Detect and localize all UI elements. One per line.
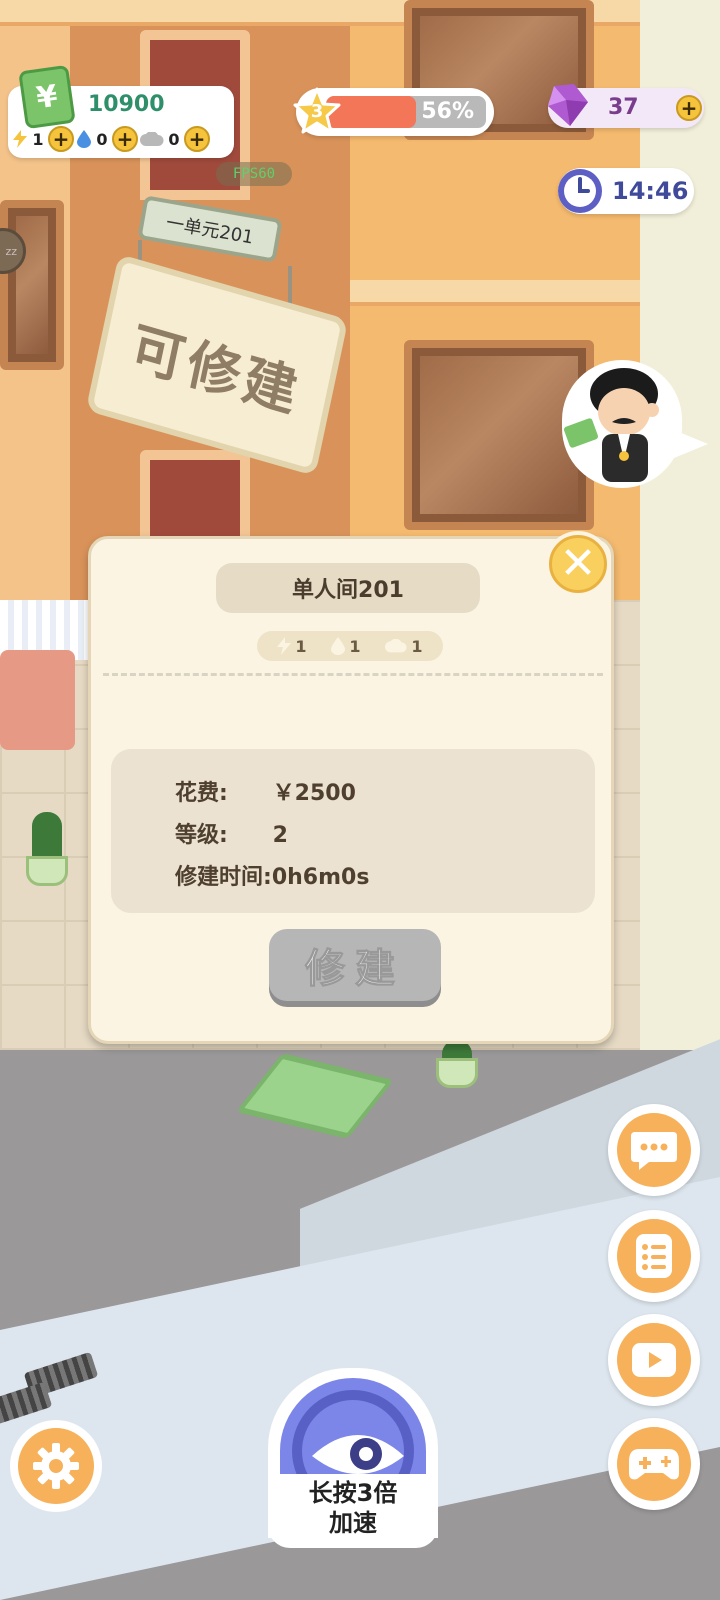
water-cost: 1 [349,636,361,656]
energy-cost: 1 [295,636,307,656]
fps-counter: FPS60 [216,162,292,186]
gem-icon [548,84,588,126]
resource-row: 1 + 0 + 0 + [12,126,210,152]
energy-value: 1 [32,129,44,149]
build-info-box: 花费: ￥2500 等级: 2 修建时间:0h6m0s [111,749,595,913]
resource-cost-pill: 1 1 1 [257,631,443,661]
bed [0,650,75,750]
video-play-icon [632,1343,676,1377]
minigame-button[interactable] [608,1418,700,1510]
water-drop-icon [331,637,346,655]
gem-value: 37 [608,95,639,120]
build-time-line: 修建时间:0h6m0s [175,857,595,899]
add-water-button[interactable]: + [112,126,138,152]
npc-manager-avatar[interactable] [562,360,682,488]
level-line: 等级: 2 [175,815,595,857]
level-label: 等级: [175,823,228,848]
background-wall [640,0,720,1080]
chat-icon [631,1132,677,1170]
money-panel: ¥ 10900 1 + 0 + 0 + [8,64,234,158]
video-button[interactable] [608,1314,700,1406]
cloud-icon [385,639,407,653]
settings-button[interactable] [10,1420,102,1512]
game-time: 14:46 [612,177,689,205]
level-number: 3 [310,100,324,122]
task-list-icon [636,1234,672,1278]
cloud-icon [140,130,164,148]
add-gems-button[interactable]: + [676,95,702,121]
window [0,200,64,370]
level-value: 2 [272,823,288,848]
clock-icon [558,169,602,213]
speed-up-label: 长按3倍 加速 [268,1474,438,1538]
floor-divider [350,280,640,306]
gem-panel: 37 + [548,84,704,128]
energy-icon [277,637,292,655]
build-button[interactable]: 修建 [269,929,441,1001]
close-icon: ✕ [549,535,607,593]
divider [103,673,603,676]
plant-pot [26,856,68,886]
energy-icon [12,130,28,148]
gamepad-icon [629,1449,679,1480]
clock-panel: 14:46 [558,168,694,214]
level-progress-bar: 56% [326,96,486,128]
add-energy-button[interactable]: + [48,126,74,152]
add-cloud-button[interactable]: + [184,126,210,152]
close-dialog-button[interactable]: ✕ [545,531,611,597]
plant-pot [436,1058,478,1088]
task-list-button[interactable] [608,1210,700,1302]
gear-icon [33,1443,79,1489]
cost-line: 花费: ￥2500 [175,773,595,815]
water-drop-icon [76,130,92,148]
dialog-title: 单人间201 [216,563,480,613]
chat-button[interactable] [608,1104,700,1196]
progress-percent: 56% [421,99,474,124]
water-value: 0 [96,129,108,149]
businessman-icon [563,368,659,482]
cactus-plant [32,812,62,862]
money-icon: ¥ [18,64,76,130]
cost-label: 花费: [175,781,228,806]
level-progress-panel: 56% 3 [293,87,494,136]
build-time-label: 修建时间: [175,865,272,890]
speed-up-button[interactable]: 长按3倍 加速 [268,1368,438,1548]
room-build-dialog: 单人间201 1 1 1 花费: ￥2500 等级: 2 修建时间:0h6m0s… [88,536,614,1044]
cloud-value: 0 [168,129,180,149]
build-time-value: 0h6m0s [271,865,370,890]
level-star-icon: 3 [292,86,342,136]
cost-value: ￥2500 [272,781,356,806]
cloud-cost: 1 [411,636,423,656]
money-value: 10900 [88,92,165,117]
